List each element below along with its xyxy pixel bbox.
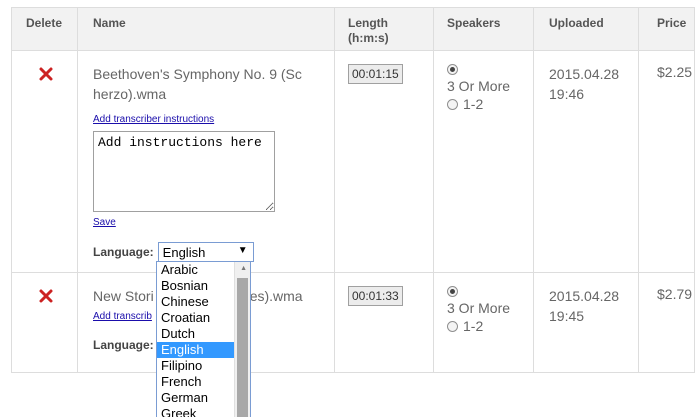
price-cell: $2.25 (638, 50, 695, 273)
language-option[interactable]: Filipino (157, 358, 239, 374)
price-value: $2.79 (657, 286, 693, 302)
delete-cell (11, 272, 78, 373)
speakers-radio-3plus[interactable] (447, 64, 533, 75)
triangle-down-icon: ▼ (237, 245, 248, 256)
speakers-cell: 3 Or More 1-2 (433, 50, 534, 273)
uploaded-cell: 2015.04.28 19:45 (533, 272, 639, 373)
close-x-icon[interactable] (38, 288, 54, 304)
language-option[interactable]: Arabic (157, 262, 239, 278)
uploaded-time: 19:46 (549, 86, 585, 102)
speakers-cell: 3 Or More 1-2 (433, 272, 534, 373)
name-cell: Beethoven's Symphony No. 9 (Scherzo).wma… (77, 50, 335, 273)
delete-cell (11, 50, 78, 273)
header-speakers: Speakers (433, 7, 534, 51)
price-value: $2.25 (657, 64, 693, 80)
table-row: Beethoven's Symphony No. 9 (Scherzo).wma… (11, 50, 695, 273)
uploaded-cell: 2015.04.28 19:46 (533, 50, 639, 273)
dropdown-scrollbar[interactable]: ▲ (234, 262, 250, 417)
speakers-radio-1-2[interactable]: 1-2 (447, 318, 533, 334)
header-name: Name (77, 7, 335, 51)
length-cell: 00:01:33 (334, 272, 434, 373)
table-row: New Stori es).wma Add transcrib Language:… (11, 272, 695, 373)
save-link[interactable]: Save (93, 217, 116, 228)
language-dropdown-list[interactable]: Arabic Bosnian Chinese Croatian Dutch English… (156, 261, 251, 417)
language-option[interactable]: Bosnian (157, 278, 239, 294)
uploaded-timestamp: 2015.04.28 19:46 (549, 64, 638, 104)
instructions-textarea[interactable] (93, 131, 275, 212)
language-option[interactable]: Croatian (157, 310, 239, 326)
language-label: Language: (93, 245, 154, 259)
language-select[interactable]: English ▼ (157, 242, 254, 262)
table-header-row: Delete Name Length (h:m:s) Speakers Uploa… (11, 7, 695, 51)
radio-unchecked-icon[interactable] (447, 98, 458, 110)
uploaded-date: 2015.04.28 (549, 288, 620, 304)
language-option[interactable]: German (157, 390, 239, 406)
language-label: Language: (93, 338, 154, 352)
close-x-icon[interactable] (38, 66, 54, 82)
scrollbar-thumb[interactable] (237, 278, 248, 417)
language-option[interactable]: French (157, 374, 239, 390)
file-name-end: es).wma (249, 288, 303, 304)
language-select-value: English (162, 245, 206, 260)
add-instructions-link[interactable]: Add transcrib (93, 311, 152, 322)
speakers-label-3plus: 3 Or More (447, 300, 511, 316)
speakers-radio-1-2[interactable]: 1-2 (447, 96, 533, 112)
file-name: Beethoven's Symphony No. 9 (Scherzo).wma (93, 66, 302, 102)
speakers-label-3plus: 3 Or More (447, 78, 511, 94)
language-option[interactable]: Dutch (157, 326, 239, 342)
scroll-up-arrow-icon[interactable]: ▲ (240, 265, 247, 272)
file-name-start: New Stori (93, 288, 154, 304)
language-option[interactable]: English (157, 342, 239, 358)
language-option[interactable]: Chinese (157, 294, 239, 310)
language-option[interactable]: Greek (157, 406, 239, 417)
uploaded-timestamp: 2015.04.28 19:45 (549, 286, 638, 326)
add-instructions-link[interactable]: Add transcriber instructions (93, 114, 214, 125)
header-delete: Delete (11, 7, 78, 51)
header-length: Length (h:m:s) (334, 7, 434, 51)
files-table: Delete Name Length (h:m:s) Speakers Uploa… (11, 7, 695, 373)
length-cell: 00:01:15 (334, 50, 434, 273)
radio-checked-icon[interactable] (447, 64, 458, 75)
price-cell: $2.79 (638, 272, 695, 373)
speakers-label-1-2: 1-2 (463, 318, 484, 334)
header-uploaded: Uploaded (533, 7, 639, 51)
length-field: 00:01:15 (348, 64, 403, 84)
uploaded-date: 2015.04.28 (549, 66, 620, 82)
uploaded-time: 19:45 (549, 308, 585, 324)
radio-unchecked-icon[interactable] (447, 320, 458, 332)
language-row: Language: English ▼ (93, 242, 334, 262)
speakers-label-1-2: 1-2 (463, 96, 484, 112)
header-price: Price (638, 7, 695, 51)
speakers-radio-3plus[interactable] (447, 286, 533, 297)
radio-checked-icon[interactable] (447, 286, 458, 297)
length-field: 00:01:33 (348, 286, 403, 306)
